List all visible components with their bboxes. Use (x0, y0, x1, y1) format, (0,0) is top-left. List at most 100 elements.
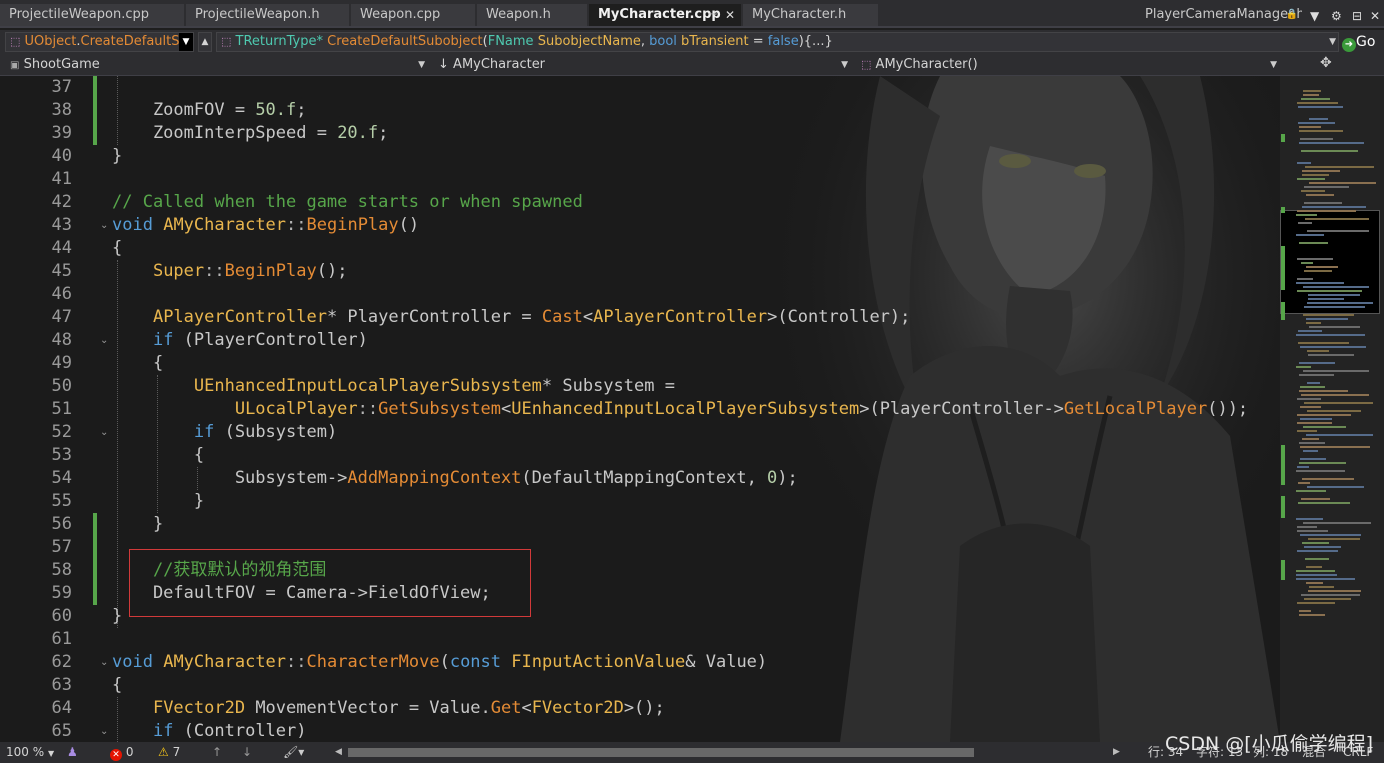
chevron-down-icon[interactable]: ▼ (841, 56, 848, 74)
code-line[interactable]: } (112, 605, 122, 628)
code-token: { (112, 238, 123, 258)
arrow-up-icon[interactable]: ↑ (212, 742, 222, 763)
code-line[interactable]: UEnhancedInputLocalPlayerSubsystem* Subs… (112, 375, 675, 398)
code-line[interactable]: if (Subsystem) (112, 421, 337, 444)
pin-icon[interactable]: ⊸ (709, 4, 717, 26)
tab-projectileweapon-h[interactable]: ProjectileWeapon.h (186, 4, 349, 26)
minimap-line (1298, 122, 1335, 124)
tab-weapon-cpp[interactable]: Weapon.cpp (351, 4, 475, 26)
copilot-icon[interactable]: ♟ (67, 742, 78, 763)
minimap-line (1297, 414, 1351, 416)
tab-label: ProjectileWeapon.cpp (9, 7, 149, 22)
code-line[interactable]: } (112, 490, 204, 513)
code-token: 0 (767, 468, 778, 488)
member-navigation-bar: ▣ ShootGame ▼ ↓ AMyCharacter ▼ ⬚ AMyChar… (0, 54, 1384, 76)
zoom-dropdown[interactable]: 100 % ▼ (6, 742, 54, 763)
minimap-line (1299, 390, 1348, 392)
tab-projectileweapon-cpp[interactable]: ProjectileWeapon.cpp (0, 4, 184, 26)
signature-box[interactable]: ⬚ TReturnType* CreateDefaultSubobject(FN… (216, 32, 1339, 52)
close-all-icon[interactable]: ✕ (1370, 6, 1380, 26)
class-dropdown[interactable]: ↓ AMyCharacter ▼ (433, 55, 851, 75)
code-line[interactable]: APlayerController* PlayerController = Ca… (112, 306, 910, 329)
code-line[interactable]: void AMyCharacter::CharacterMove(const F… (112, 651, 767, 674)
line-number: 63 (51, 675, 72, 695)
minimap-line (1296, 578, 1355, 580)
code-token: >(PlayerController-> (859, 399, 1064, 419)
tab-mycharacter-cpp[interactable]: MyCharacter.cpp ⊸ ✕ (589, 4, 741, 26)
scope-dropdown[interactable]: ⬚ UObject.CreateDefaultSub ▼ (5, 32, 194, 52)
code-line[interactable]: // Called when the game starts or when s… (112, 191, 583, 214)
tab-playercameramanager-h[interactable]: PlayerCameraManager.h 🔒 (1136, 4, 1302, 26)
tab-weapon-h[interactable]: Weapon.h (477, 4, 587, 26)
go-arrow-icon: ➜ (1342, 38, 1356, 52)
minimap-scrollbar[interactable] (1280, 76, 1384, 742)
line-number: 42 (51, 192, 72, 212)
warnings-indicator[interactable]: ⚠ 7 (158, 742, 180, 763)
chevron-down-icon[interactable]: ▼ (1270, 56, 1277, 74)
fold-toggle-icon[interactable]: ⌄ (100, 421, 110, 444)
line-number: 37 (51, 77, 72, 97)
code-line[interactable]: if (PlayerController) (112, 329, 368, 352)
code-token: & Value) (685, 652, 768, 672)
code-editor[interactable]: 37 38 39 40 41 42 43 44 45 46 47 48 49 5… (0, 76, 1280, 742)
minimap-line (1297, 602, 1335, 604)
project-dropdown[interactable]: ▣ ShootGame ▼ (5, 55, 428, 75)
tab-label: ProjectileWeapon.h (195, 7, 320, 22)
minimap-line (1300, 418, 1332, 420)
signature-param1-type: FName (487, 34, 534, 49)
code-line[interactable]: if (Controller) (112, 720, 307, 742)
horizontal-scroll-thumb[interactable] (348, 748, 974, 757)
code-line[interactable]: ZoomFOV = 50.f; (112, 99, 307, 122)
minimap-line (1302, 542, 1329, 544)
code-token: FVector2D (531, 698, 624, 718)
signature-param2-value: false (767, 34, 799, 49)
code-line[interactable]: { (112, 237, 122, 260)
stepper-button[interactable]: ▲ (198, 32, 212, 52)
chevron-down-icon[interactable]: ▼ (418, 56, 425, 74)
code-line[interactable]: void AMyCharacter::BeginPlay() (112, 214, 419, 237)
code-token: } (112, 606, 123, 626)
minimap-line (1304, 270, 1332, 272)
member-dropdown[interactable]: ⬚ AMyCharacter() ▼ (856, 55, 1280, 75)
minimap-line (1306, 582, 1323, 584)
tab-list-dropdown-icon[interactable]: ▼ (1310, 6, 1319, 26)
arrow-down-icon[interactable]: ↓ (242, 742, 252, 763)
code-line[interactable]: ZoomInterpSpeed = 20.f; (112, 122, 388, 145)
signature-return-type: TReturnType* (235, 34, 323, 49)
code-line[interactable]: Super::BeginPlay(); (112, 260, 348, 283)
fold-toggle-icon[interactable]: ⌄ (100, 329, 110, 352)
code-line[interactable]: { (112, 674, 122, 697)
tab-mycharacter-h[interactable]: MyCharacter.h (743, 4, 878, 26)
scroll-left-icon[interactable]: ◀ (335, 742, 342, 763)
code-line[interactable]: } (112, 145, 122, 168)
settings-icon[interactable]: ⚙ (1331, 6, 1342, 26)
minimap-line (1299, 442, 1325, 444)
code-token: if (193, 422, 215, 442)
split-icon[interactable]: ⊟ (1352, 6, 1362, 26)
fold-toggle-icon[interactable]: ⌄ (100, 214, 110, 237)
scroll-right-icon[interactable]: ▶ (1113, 742, 1120, 763)
split-window-icon[interactable]: ✥ (1320, 55, 1332, 71)
minimap-change-marker (1281, 560, 1285, 580)
code-line[interactable]: } (112, 513, 163, 536)
chevron-down-icon[interactable]: ▼ (179, 33, 193, 51)
code-line[interactable]: { (112, 352, 163, 375)
close-icon[interactable]: ✕ (725, 4, 735, 26)
code-line[interactable]: ULocalPlayer::GetSubsystem<UEnhancedInpu… (112, 398, 1248, 421)
minimap-line (1296, 214, 1317, 216)
brush-icon[interactable]: 🖌▾ (283, 742, 304, 763)
chevron-down-icon[interactable]: ▼ (1329, 33, 1336, 51)
fold-toggle-icon[interactable]: ⌄ (100, 651, 110, 674)
go-button[interactable]: ➜ Go (1342, 32, 1375, 52)
fold-toggle-icon[interactable]: ⌄ (100, 720, 110, 742)
code-line[interactable]: Subsystem->AddMappingContext(DefaultMapp… (112, 467, 798, 490)
minimap-line (1297, 526, 1317, 528)
code-line[interactable]: { (112, 444, 204, 467)
line-number: 57 (51, 537, 72, 557)
code-line[interactable]: FVector2D MovementVector = Value.Get<FVe… (112, 697, 665, 720)
tab-label: MyCharacter.cpp (598, 7, 721, 22)
code-token: if (152, 721, 174, 741)
minimap-line (1296, 366, 1311, 368)
errors-indicator[interactable]: ✕ 0 (110, 742, 133, 763)
